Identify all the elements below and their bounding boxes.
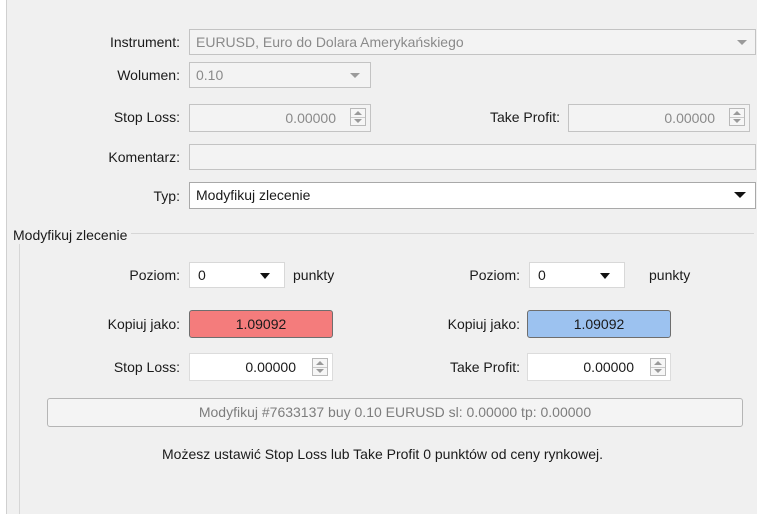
right-level-unit: punkty	[649, 267, 691, 283]
chevron-down-icon[interactable]	[260, 273, 270, 279]
right-level-value: 0	[538, 267, 546, 283]
stop-loss-input[interactable]: 0.00000	[189, 104, 371, 132]
group-stop-loss-input[interactable]: 0.00000	[189, 353, 333, 381]
chevron-down-icon[interactable]	[350, 73, 360, 78]
left-level-value: 0	[198, 267, 206, 283]
stop-loss-value: 0.00000	[285, 110, 336, 126]
comment-label: Komentarz:	[108, 149, 180, 165]
left-level-label: Poziom:	[129, 267, 180, 283]
modify-order-group-title: Modyfikuj zlecenie	[13, 226, 132, 244]
type-label: Typ:	[153, 188, 180, 204]
spinner-up-down-icon[interactable]	[350, 108, 366, 126]
spinner-up-down-icon[interactable]	[312, 358, 328, 376]
copy-as-sell-button[interactable]: 1.09092	[189, 310, 333, 338]
volume-select[interactable]: 0.10	[189, 62, 371, 88]
type-value: Modyfikuj zlecenie	[196, 187, 311, 203]
left-level-unit: punkty	[293, 267, 335, 283]
group-take-profit-label: Take Profit:	[449, 359, 520, 375]
stop-loss-label: Stop Loss:	[113, 109, 180, 125]
group-stop-loss-label: Stop Loss:	[113, 359, 180, 375]
type-select[interactable]: Modyfikuj zlecenie	[189, 182, 756, 209]
spinner-up-down-icon[interactable]	[650, 358, 666, 376]
volume-label: Wolumen:	[117, 67, 180, 83]
modify-order-button[interactable]: Modyfikuj #7633137 buy 0.10 EURUSD sl: 0…	[47, 398, 743, 427]
group-take-profit-input[interactable]: 0.00000	[527, 353, 671, 381]
chevron-down-icon[interactable]	[737, 40, 747, 45]
chevron-down-icon[interactable]	[600, 273, 610, 279]
instrument-label: Instrument:	[109, 34, 180, 50]
group-stop-loss-value: 0.00000	[245, 359, 296, 375]
left-level-select[interactable]: 0	[189, 262, 285, 288]
left-copy-label: Kopiuj jako:	[107, 316, 180, 332]
group-take-profit-value: 0.00000	[583, 359, 634, 375]
copy-as-buy-button[interactable]: 1.09092	[527, 310, 671, 338]
comment-input[interactable]	[189, 144, 756, 170]
order-dialog: Instrument: EURUSD, Euro do Dolara Amery…	[6, 0, 757, 514]
instrument-select[interactable]: EURUSD, Euro do Dolara Amerykańskiego	[189, 29, 756, 55]
volume-value: 0.10	[196, 67, 224, 83]
right-copy-label: Kopiuj jako:	[447, 316, 520, 332]
chevron-down-icon[interactable]	[734, 192, 746, 198]
info-text: Możesz ustawić Stop Loss lub Take Profit…	[162, 446, 603, 462]
take-profit-input[interactable]: 0.00000	[568, 104, 750, 132]
take-profit-value: 0.00000	[664, 110, 715, 126]
right-level-label: Poziom:	[469, 267, 520, 283]
instrument-value: EURUSD, Euro do Dolara Amerykańskiego	[196, 34, 464, 50]
spinner-up-down-icon[interactable]	[729, 108, 745, 126]
take-profit-label: Take Profit:	[489, 109, 560, 125]
right-level-select[interactable]: 0	[529, 262, 625, 288]
